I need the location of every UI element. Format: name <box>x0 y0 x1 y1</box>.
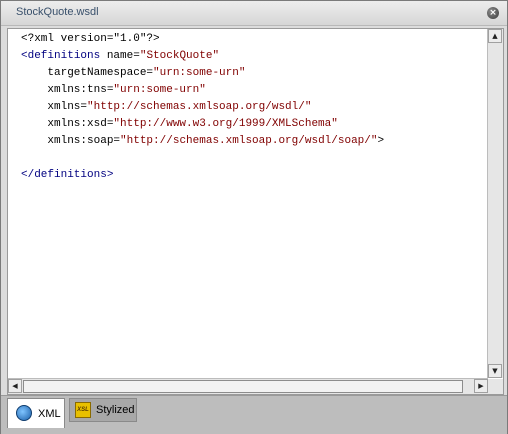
code-token: </ <box>21 169 35 181</box>
xml-editor[interactable]: <?xml version="1.0"?> <definitions name="… <box>7 28 504 395</box>
code-line[interactable]: <definitions name="StockQuote" <box>21 48 384 65</box>
code-token: < <box>21 50 28 62</box>
title-bar: StockQuote.wsdl × <box>1 1 507 26</box>
code-line[interactable]: xmlns="http://schemas.xmlsoap.org/wsdl/" <box>21 99 384 116</box>
code-line[interactable] <box>21 150 384 167</box>
code-line[interactable]: <?xml version="1.0"?> <box>21 31 384 48</box>
code-token: "urn:some-urn" <box>113 84 206 96</box>
view-tab-bar: XML XSL Stylized <box>1 395 507 434</box>
code-token: <?xml version="1.0"?> <box>21 33 160 45</box>
vertical-scrollbar[interactable]: ▲ ▼ <box>487 29 503 378</box>
code-line[interactable]: xmlns:soap="http://schemas.xmlsoap.org/w… <box>21 133 384 150</box>
horizontal-scrollbar[interactable]: ◀ ▶ <box>8 378 488 394</box>
scroll-up-button[interactable]: ▲ <box>488 29 502 43</box>
close-icon[interactable]: × <box>487 7 499 19</box>
horizontal-scroll-thumb[interactable] <box>23 380 463 393</box>
code-token: definitions <box>27 50 101 62</box>
editor-window: StockQuote.wsdl × <?xml version="1.0"?> <… <box>0 0 508 434</box>
code-token: "StockQuote" <box>139 50 220 62</box>
code-line[interactable]: </definitions> <box>21 167 384 184</box>
code-token: > <box>377 135 385 147</box>
code-token: definitions <box>34 169 107 181</box>
code-token: targetNamespace= <box>21 67 154 79</box>
code-token: "urn:some-urn" <box>153 67 246 79</box>
scroll-right-button[interactable]: ▶ <box>474 379 488 393</box>
code-token: xmlns:soap= <box>21 135 121 147</box>
tab-xml[interactable]: XML <box>7 398 65 428</box>
scroll-corner <box>488 379 503 394</box>
tab-stylized-label: Stylized <box>96 404 135 416</box>
tab-xml-label: XML <box>38 408 61 420</box>
scroll-left-button[interactable]: ◀ <box>8 379 22 393</box>
code-token: xmlns:xsd= <box>21 118 114 130</box>
globe-icon <box>16 405 32 421</box>
code-token: > <box>106 169 114 181</box>
window-title: StockQuote.wsdl <box>16 6 99 18</box>
code-token: "http://schemas.xmlsoap.org/wsdl/" <box>87 101 312 113</box>
code-token: name= <box>100 50 140 62</box>
code-line[interactable]: targetNamespace="urn:some-urn" <box>21 65 384 82</box>
code-area[interactable]: <?xml version="1.0"?> <definitions name="… <box>21 31 384 184</box>
code-token: xmlns= <box>21 101 88 113</box>
scroll-down-button[interactable]: ▼ <box>488 364 502 378</box>
code-token: xmlns:tns= <box>21 84 114 96</box>
tab-stylized[interactable]: XSL Stylized <box>69 398 137 422</box>
code-line[interactable]: xmlns:xsd="http://www.w3.org/1999/XMLSch… <box>21 116 384 133</box>
xsl-icon: XSL <box>75 402 91 418</box>
code-token: "http://schemas.xmlsoap.org/wsdl/soap/" <box>120 135 378 147</box>
code-token: "http://www.w3.org/1999/XMLSchema" <box>113 118 338 130</box>
code-line[interactable]: xmlns:tns="urn:some-urn" <box>21 82 384 99</box>
